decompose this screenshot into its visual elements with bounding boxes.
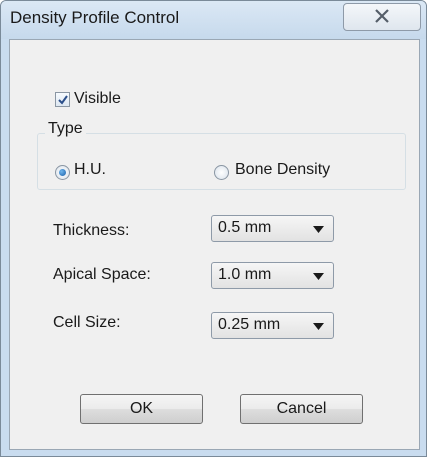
radio-bone-density-button[interactable] bbox=[214, 165, 229, 180]
radio-bone-density-label: Bone Density bbox=[235, 161, 331, 178]
apical-space-label: Apical Space: bbox=[53, 266, 151, 283]
ok-button[interactable]: OK bbox=[80, 394, 203, 424]
visible-label: Visible bbox=[74, 90, 121, 107]
apical-space-value: 1.0 mm bbox=[218, 266, 272, 283]
chevron-down-icon bbox=[313, 323, 324, 330]
thickness-value: 0.5 mm bbox=[218, 219, 272, 236]
radio-selected-dot bbox=[59, 169, 66, 176]
cancel-button[interactable]: Cancel bbox=[240, 394, 363, 424]
cell-size-value: 0.25 mm bbox=[218, 316, 281, 333]
thickness-label: Thickness: bbox=[53, 222, 130, 239]
title-bar[interactable]: Density Profile Control bbox=[1, 1, 426, 39]
chevron-down-icon bbox=[313, 226, 324, 233]
dialog-window: Density Profile Control Visible Type H.U… bbox=[0, 0, 427, 457]
window-title: Density Profile Control bbox=[10, 8, 180, 27]
visible-checkbox[interactable] bbox=[55, 92, 70, 107]
close-icon bbox=[375, 9, 389, 23]
cell-size-label: Cell Size: bbox=[53, 314, 121, 331]
checkmark-icon bbox=[58, 95, 68, 105]
cell-size-select[interactable]: 0.25 mm bbox=[211, 312, 334, 339]
close-button[interactable] bbox=[343, 3, 421, 31]
chevron-down-icon bbox=[313, 273, 324, 280]
radio-hu-button[interactable] bbox=[55, 165, 70, 180]
type-group-label: Type bbox=[45, 120, 86, 138]
thickness-select[interactable]: 0.5 mm bbox=[211, 215, 334, 242]
apical-space-select[interactable]: 1.0 mm bbox=[211, 262, 334, 289]
radio-hu-label: H.U. bbox=[74, 161, 106, 178]
dialog-body: Visible Type H.U. Bone Density Thickness… bbox=[9, 39, 420, 450]
